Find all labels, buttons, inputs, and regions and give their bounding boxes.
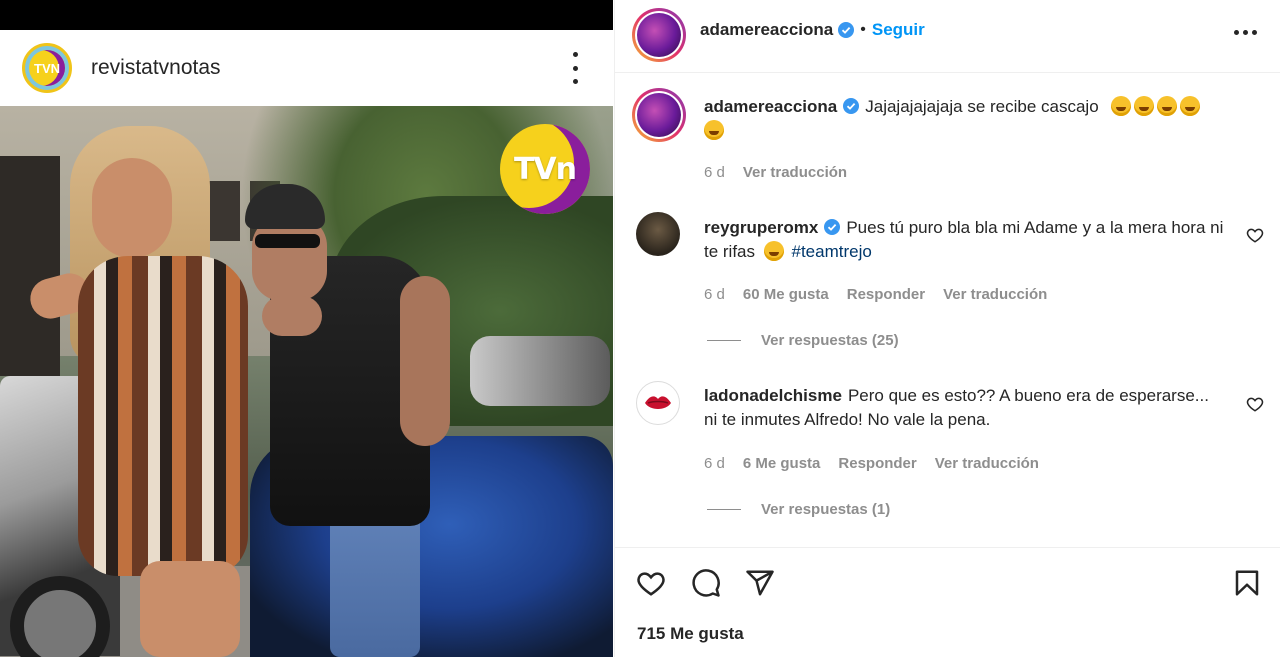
- bookmark-icon[interactable]: [1232, 568, 1262, 598]
- verified-badge-icon: [843, 98, 860, 114]
- translate-link[interactable]: Ver traducción: [943, 286, 1047, 303]
- commenter-avatar[interactable]: [636, 212, 680, 256]
- photo-woman-face: [92, 158, 172, 258]
- comment-body: reygruperomx Pues tú puro bla bla mi Adam…: [704, 216, 1224, 264]
- author-line: adamereacciona • Seguir: [700, 20, 925, 40]
- embedded-more-icon[interactable]: [565, 48, 585, 88]
- separator: •: [860, 21, 866, 38]
- reply-button[interactable]: Responder: [847, 286, 925, 303]
- translate-link[interactable]: Ver traducción: [935, 455, 1039, 472]
- comment-username[interactable]: ladonadelchisme: [704, 386, 842, 405]
- comment-meta: 6 d 6 Me gusta Responder Ver traducción: [704, 455, 1039, 472]
- caption-meta: 6 d Ver traducción: [704, 164, 847, 181]
- comment-body: ladonadelchisme Pero que es esto?? A buen…: [704, 384, 1224, 432]
- comment-time[interactable]: 6 d: [704, 286, 725, 303]
- comment-likes[interactable]: 6 Me gusta: [743, 455, 821, 472]
- comment-like-heart-icon[interactable]: [1246, 226, 1264, 244]
- laugh-emoji-icon: [1180, 96, 1201, 116]
- more-icon[interactable]: [1234, 30, 1257, 35]
- caption-text: Jajajajajajaja se recibe cascajo: [865, 97, 1099, 116]
- follow-button[interactable]: Seguir: [872, 20, 925, 40]
- view-replies-label: Ver respuestas (25): [761, 332, 899, 349]
- photo-woman-legs: [140, 561, 240, 657]
- photo-man-glasses: [255, 234, 320, 248]
- view-replies-button[interactable]: Ver respuestas (25): [707, 332, 899, 349]
- watermark-text: TVn: [513, 151, 577, 187]
- embedded-post-header: TVN revistatvnotas: [0, 30, 613, 106]
- replies-divider: [707, 340, 741, 341]
- caption-translate-link[interactable]: Ver traducción: [743, 164, 847, 181]
- photo-man-arm: [400, 276, 450, 446]
- laugh-emoji-icon: [1157, 96, 1178, 116]
- photo-window: [205, 181, 240, 241]
- smile-emoji-icon: [763, 241, 784, 261]
- grin-emoji-icon: [1111, 96, 1132, 116]
- instagram-post-view: TVN revistatvnotas TVn adamereacciona • …: [0, 0, 1280, 657]
- embedded-username[interactable]: revistatvnotas: [91, 56, 221, 80]
- post-photo: TVn: [0, 106, 613, 657]
- replies-divider: [707, 509, 741, 510]
- comment-likes[interactable]: 60 Me gusta: [743, 286, 829, 303]
- post-media-panel: TVN revistatvnotas TVn: [0, 0, 613, 657]
- caption-username[interactable]: adamereacciona: [704, 97, 837, 116]
- caption-avatar[interactable]: [632, 88, 686, 142]
- commenter-avatar[interactable]: [636, 381, 680, 425]
- likes-count[interactable]: 715 Me gusta: [637, 624, 744, 644]
- photo-chrome: [470, 336, 610, 406]
- photo-man-hand: [262, 296, 322, 336]
- hashtag-link[interactable]: #teamtrejo: [792, 242, 872, 261]
- comment-username[interactable]: reygruperomx: [704, 218, 818, 237]
- send-icon[interactable]: [745, 568, 775, 598]
- caption-time[interactable]: 6 d: [704, 164, 725, 181]
- photo-woman-dress: [78, 256, 248, 576]
- logo-text: TVN: [34, 60, 60, 76]
- comment-meta: 6 d 60 Me gusta Responder Ver traducción: [704, 286, 1047, 303]
- verified-badge-icon: [838, 22, 855, 38]
- tvnotas-logo-icon: TVN: [29, 50, 65, 86]
- embedded-avatar[interactable]: TVN: [22, 43, 72, 93]
- lips-icon: [645, 396, 671, 409]
- comment-time[interactable]: 6 d: [704, 455, 725, 472]
- verified-badge-icon: [824, 219, 841, 235]
- author-avatar[interactable]: [632, 8, 686, 62]
- laugh-emoji-icon: [704, 120, 724, 140]
- view-replies-button[interactable]: Ver respuestas (1): [707, 501, 890, 518]
- action-bar: 715 Me gusta: [615, 547, 1280, 657]
- photo-door: [0, 156, 60, 376]
- comment-icon[interactable]: [691, 568, 721, 598]
- reply-button[interactable]: Responder: [838, 455, 916, 472]
- author-username[interactable]: adamereacciona: [700, 20, 833, 40]
- tvn-watermark-logo: TVn: [500, 124, 590, 214]
- caption-body: adamereacciona Jajajajajajaja se recibe c…: [704, 95, 1249, 143]
- post-header: adamereacciona • Seguir: [615, 0, 1280, 73]
- laugh-emoji-icon: [1134, 96, 1155, 116]
- view-replies-label: Ver respuestas (1): [761, 501, 891, 518]
- comment-like-heart-icon[interactable]: [1246, 395, 1264, 413]
- comments-panel: adamereacciona • Seguir adamereacciona Ja…: [614, 0, 1280, 657]
- heart-icon[interactable]: [636, 568, 666, 598]
